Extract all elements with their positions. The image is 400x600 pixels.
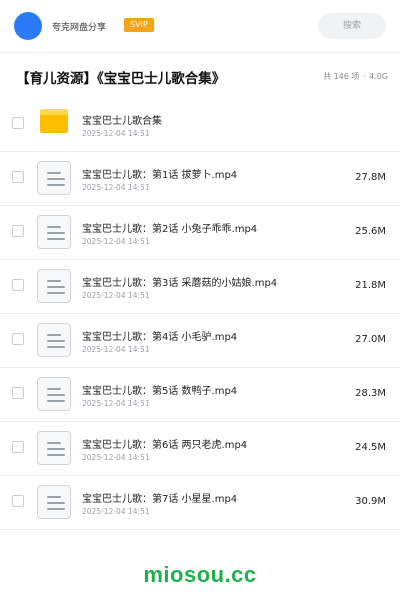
file-icon (37, 269, 71, 303)
file-icon (37, 323, 71, 357)
file-name: 宝宝巴士儿歌：第6话 两只老虎.mp4 (82, 440, 248, 451)
file-icon (37, 161, 71, 195)
file-size: 28.3M (355, 388, 386, 399)
file-date: 2025-12-04 14:51 (82, 129, 150, 138)
file-date: 2025-12-04 14:51 (82, 399, 150, 408)
share-page: 夸克网盘分享 SVIP 搜索 【育儿资源】《宝宝巴士儿歌合集》 共 146 项 … (0, 0, 400, 600)
file-row[interactable]: 宝宝巴士儿歌：第5话 数鸭子.mp4 2025-12-04 14:51 28.3… (0, 368, 400, 422)
file-name: 宝宝巴士儿歌：第4话 小毛驴.mp4 (82, 332, 238, 343)
file-name: 宝宝巴士儿歌：第7话 小星星.mp4 (82, 494, 238, 505)
file-size: 21.8M (355, 280, 386, 291)
file-name: 宝宝巴士儿歌：第5话 数鸭子.mp4 (82, 386, 238, 397)
folder-icon (40, 109, 68, 133)
file-size: 30.9M (355, 496, 386, 507)
share-meta: 共 146 项 · 4.0G (323, 71, 388, 82)
file-row[interactable]: 宝宝巴士儿歌：第2话 小兔子乖乖.mp4 2025-12-04 14:51 25… (0, 206, 400, 260)
row-checkbox[interactable] (12, 225, 24, 237)
file-date: 2025-12-04 14:51 (82, 291, 150, 300)
row-checkbox[interactable] (12, 117, 24, 129)
file-name: 宝宝巴士儿歌合集 (82, 116, 162, 127)
file-size: 25.6M (355, 226, 386, 237)
file-size: 24.5M (355, 442, 386, 453)
file-list: 宝宝巴士儿歌合集 2025-12-04 14:51 宝宝巴士儿歌：第1话 拔萝卜… (0, 98, 400, 530)
top-bar: 夸克网盘分享 SVIP 搜索 (0, 0, 400, 52)
brand-label: 夸克网盘分享 (52, 23, 107, 33)
share-title: 【育儿资源】《宝宝巴士儿歌合集》 (16, 71, 226, 87)
file-date: 2025-12-04 14:51 (82, 345, 150, 354)
search-input[interactable]: 搜索 (318, 13, 386, 39)
file-icon (37, 431, 71, 465)
file-date: 2025-12-04 14:51 (82, 237, 150, 246)
svip-badge[interactable]: SVIP (124, 18, 154, 32)
meta-separator: · (362, 72, 366, 81)
file-icon (37, 215, 71, 249)
file-name: 宝宝巴士儿歌：第3话 采蘑菇的小姑娘.mp4 (82, 278, 278, 289)
file-row[interactable]: 宝宝巴士儿歌：第4话 小毛驴.mp4 2025-12-04 14:51 27.0… (0, 314, 400, 368)
row-checkbox[interactable] (12, 441, 24, 453)
file-size: 27.8M (355, 172, 386, 183)
file-row[interactable]: 宝宝巴士儿歌：第1话 拔萝卜.mp4 2025-12-04 14:51 27.8… (0, 152, 400, 206)
file-date: 2025-12-04 14:51 (82, 453, 150, 462)
watermark: miosou.cc (143, 562, 257, 587)
file-name: 宝宝巴士儿歌：第1话 拔萝卜.mp4 (82, 170, 238, 181)
file-row[interactable]: 宝宝巴士儿歌：第6话 两只老虎.mp4 2025-12-04 14:51 24.… (0, 422, 400, 476)
row-checkbox[interactable] (12, 387, 24, 399)
file-date: 2025-12-04 14:51 (82, 183, 150, 192)
file-date: 2025-12-04 14:51 (82, 507, 150, 516)
item-count: 共 146 项 (323, 72, 360, 81)
file-icon (37, 377, 71, 411)
row-checkbox[interactable] (12, 279, 24, 291)
file-row[interactable]: 宝宝巴士儿歌：第7话 小星星.mp4 2025-12-04 14:51 30.9… (0, 476, 400, 530)
file-row[interactable]: 宝宝巴士儿歌：第3话 采蘑菇的小姑娘.mp4 2025-12-04 14:51 … (0, 260, 400, 314)
row-checkbox[interactable] (12, 171, 24, 183)
share-title-bar: 【育儿资源】《宝宝巴士儿歌合集》 共 146 项 · 4.0G (0, 52, 400, 100)
row-checkbox[interactable] (12, 333, 24, 345)
total-size: 4.0G (369, 72, 388, 81)
user-avatar[interactable] (14, 12, 42, 40)
file-name: 宝宝巴士儿歌：第2话 小兔子乖乖.mp4 (82, 224, 258, 235)
folder-row[interactable]: 宝宝巴士儿歌合集 2025-12-04 14:51 (0, 98, 400, 152)
file-icon (37, 485, 71, 519)
row-checkbox[interactable] (12, 495, 24, 507)
file-size: 27.0M (355, 334, 386, 345)
